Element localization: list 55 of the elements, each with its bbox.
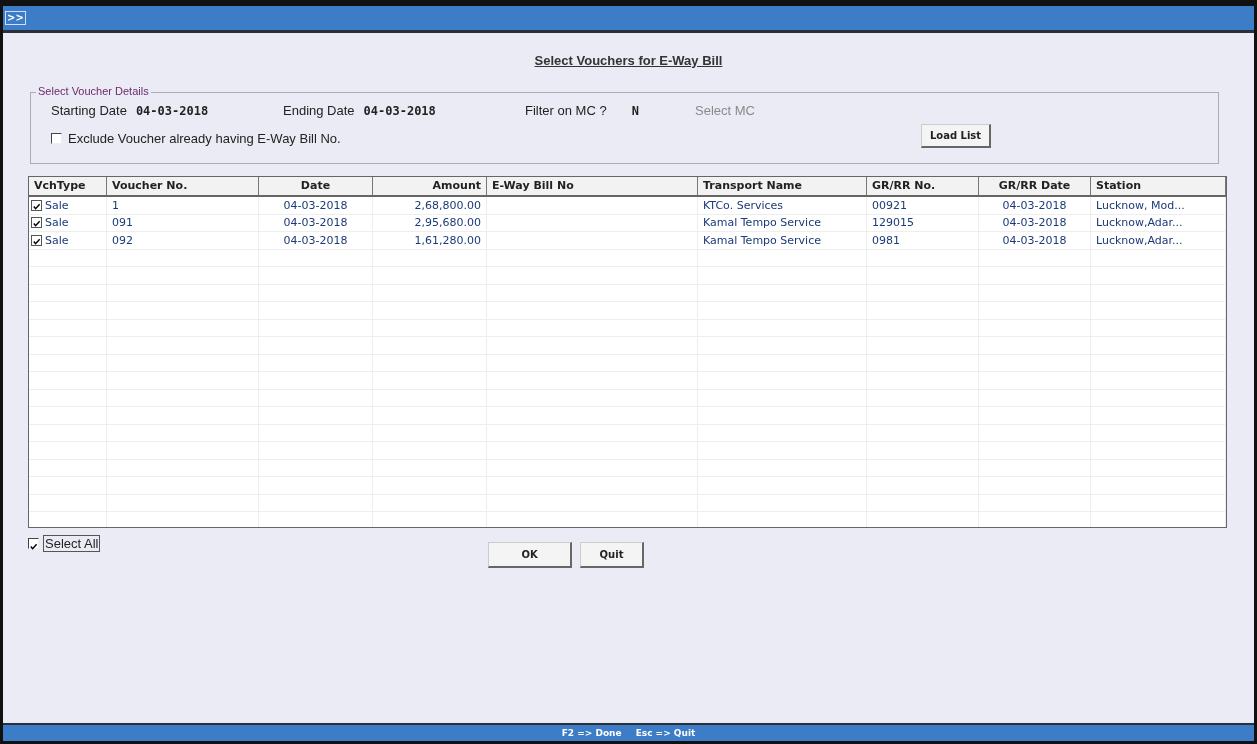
column-header[interactable]: E-Way Bill No [487,177,698,195]
table-cell: Sale [45,216,69,230]
checkbox[interactable] [31,234,42,246]
table-cell: Lucknow,Adar... [1096,233,1183,247]
menu-button[interactable]: >> [5,11,26,25]
table-cell: 04-03-2018 [283,233,348,247]
column-header[interactable]: Amount [373,177,487,195]
table-cell: 2,68,800.00 [414,198,481,212]
table-cell: Lucknow,Adar... [1096,216,1183,230]
field-value[interactable]: N [631,103,639,118]
field-label: Starting Date [51,103,127,118]
table-cell: Sale [45,233,69,247]
column-header[interactable]: Station [1091,177,1226,195]
table-cell: 0981 [872,233,900,247]
checkbox-label[interactable]: Exclude Voucher already having E-Way Bill No. [68,130,341,146]
column-header[interactable]: Date [259,177,373,195]
shortcut-hint: Esc => Quit [635,728,696,738]
table-cell: 00921 [872,198,907,212]
checkbox[interactable] [31,217,42,229]
table-cell: 04-03-2018 [1002,233,1067,247]
column-header[interactable]: Voucher No. [107,177,259,195]
table-cell: Lucknow, Mod... [1096,198,1185,212]
table-cell: 1,61,280.00 [414,233,481,247]
table-cell: 092 [112,233,133,247]
checkbox[interactable] [28,537,39,549]
checkbox-label[interactable]: Select All [43,534,101,552]
select-mc-label: Select MC [695,103,755,118]
load-list-button[interactable]: Load List [921,124,991,148]
group-legend: Select Voucher Details [36,85,151,97]
table-cell: 091 [112,216,133,230]
field-label: Filter on MC ? [525,103,607,118]
table-cell: 04-03-2018 [283,198,348,212]
checkbox[interactable] [51,132,62,144]
checkbox[interactable] [31,199,42,211]
table-cell: 1 [112,198,119,212]
table-cell: Sale [45,198,69,212]
ok-button[interactable]: OK [488,542,572,568]
table-cell: 04-03-2018 [1002,216,1067,230]
table-cell: KTCo. Services [703,198,784,212]
column-header[interactable]: VchType [29,177,107,195]
dialog-heading: Select Vouchers for E-Way Bill [534,53,723,68]
table-cell: 2,95,680.00 [414,216,481,230]
quit-button[interactable]: Quit [580,542,644,568]
table-cell: Kamal Tempo Service [703,216,821,230]
field-label: Ending Date [283,103,355,118]
field-value[interactable]: 04-03-2018 [363,103,436,118]
table-cell: 04-03-2018 [283,216,348,230]
field-value[interactable]: 04-03-2018 [135,103,209,118]
table-cell: Kamal Tempo Service [703,233,821,247]
table-cell: 04-03-2018 [1002,198,1067,212]
column-header[interactable]: Transport Name [698,177,867,195]
shortcut-hint: F2 => Done [561,728,622,738]
table-cell: 129015 [872,216,914,230]
column-header[interactable]: GR/RR No. [867,177,979,195]
column-header[interactable]: GR/RR Date [979,177,1091,195]
